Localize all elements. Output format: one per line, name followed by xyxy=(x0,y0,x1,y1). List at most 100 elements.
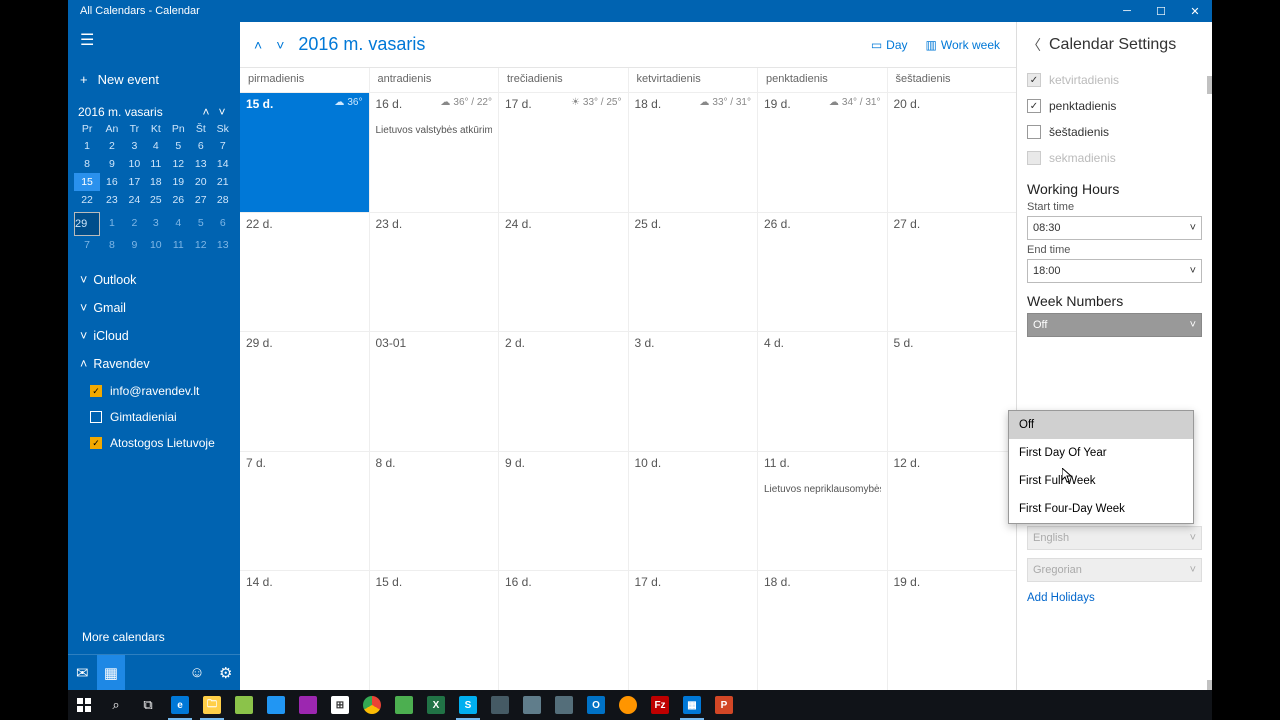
workday-checkbox[interactable]: šeštadienis xyxy=(1027,119,1202,145)
calendar-item[interactable]: Gimtadieniai xyxy=(90,404,240,430)
day-cell[interactable]: 11 d.Lietuvos nepriklausomybės atk xyxy=(757,452,887,571)
day-cell[interactable]: 16 d.☁36° / 22°Lietuvos valstybės atkūri… xyxy=(369,93,499,212)
account-item[interactable]: ˅Outlook xyxy=(68,266,240,294)
add-holidays-link[interactable]: Add Holidays xyxy=(1027,592,1202,604)
mini-day[interactable]: 2 xyxy=(100,137,124,155)
mini-day[interactable]: 18 xyxy=(145,173,166,191)
taskbar-edge[interactable]: e xyxy=(164,690,196,720)
event-item[interactable]: Lietuvos valstybės atkūrimo die xyxy=(376,125,493,136)
day-cell[interactable]: 19 d. xyxy=(887,571,1017,690)
workday-checkbox[interactable]: ✓penktadienis xyxy=(1027,93,1202,119)
taskbar-chrome[interactable] xyxy=(356,690,388,720)
mini-day[interactable]: 12 xyxy=(190,236,211,254)
minimize-button[interactable]: ─ xyxy=(1110,0,1144,22)
mini-prev-button[interactable]: ˄ xyxy=(198,105,214,119)
people-icon[interactable] xyxy=(125,655,182,690)
day-cell[interactable]: 17 d.☀33° / 25° xyxy=(498,93,628,212)
day-cell[interactable]: 10 d. xyxy=(628,452,758,571)
day-cell[interactable]: 29 d. xyxy=(240,332,369,451)
start-time-select[interactable]: 08:30˅ xyxy=(1027,216,1202,240)
taskbar-store[interactable]: ⊞ xyxy=(324,690,356,720)
calendar-item[interactable]: ✓info@ravendev.lt xyxy=(90,378,240,404)
day-cell[interactable]: 27 d. xyxy=(887,213,1017,332)
mini-day[interactable]: 22 xyxy=(74,191,100,209)
day-cell[interactable]: 14 d. xyxy=(240,571,369,690)
mini-day[interactable]: 28 xyxy=(211,191,234,209)
start-button[interactable] xyxy=(68,690,100,720)
calendar-icon[interactable]: ▦ xyxy=(97,655,126,690)
mini-day[interactable]: 19 xyxy=(167,173,191,191)
mini-day[interactable]: 17 xyxy=(124,173,145,191)
taskbar-calendar[interactable]: ▦ xyxy=(676,690,708,720)
mini-day[interactable]: 5 xyxy=(190,209,211,236)
taskbar-powerpoint[interactable]: P xyxy=(708,690,740,720)
mini-day[interactable]: 11 xyxy=(145,155,166,173)
mini-day[interactable]: 26 xyxy=(167,191,191,209)
day-cell[interactable]: 17 d. xyxy=(628,571,758,690)
settings-scrollbar[interactable] xyxy=(1207,22,1212,690)
maximize-button[interactable]: ☐ xyxy=(1144,0,1178,22)
taskbar-app-6[interactable] xyxy=(516,690,548,720)
day-cell[interactable]: 23 d. xyxy=(369,213,499,332)
mini-day[interactable]: 8 xyxy=(100,236,124,254)
hamburger-icon[interactable]: ☰ xyxy=(68,22,240,58)
day-cell[interactable]: 15 d. xyxy=(369,571,499,690)
new-event-button[interactable]: + New event xyxy=(68,58,240,101)
day-cell[interactable]: 18 d. xyxy=(757,571,887,690)
taskbar-outlook[interactable]: O xyxy=(580,690,612,720)
mini-day[interactable]: 21 xyxy=(211,173,234,191)
mini-day[interactable]: 2 xyxy=(124,209,145,236)
taskbar-filezilla[interactable]: Fz xyxy=(644,690,676,720)
day-cell[interactable]: 5 d. xyxy=(887,332,1017,451)
day-cell[interactable]: 3 d. xyxy=(628,332,758,451)
taskbar-app-7[interactable] xyxy=(548,690,580,720)
mini-day[interactable]: 8 xyxy=(74,155,100,173)
day-cell[interactable]: 8 d. xyxy=(369,452,499,571)
mini-day[interactable]: 3 xyxy=(124,137,145,155)
day-cell[interactable]: 20 d. xyxy=(887,93,1017,212)
mini-day[interactable]: 7 xyxy=(74,236,100,254)
taskbar-firefox[interactable] xyxy=(612,690,644,720)
mini-day[interactable]: 5 xyxy=(167,137,191,155)
taskbar-excel[interactable]: X xyxy=(420,690,452,720)
mini-day[interactable]: 9 xyxy=(100,155,124,173)
dropdown-option[interactable]: First Day Of Year xyxy=(1009,439,1193,467)
taskbar-app-4[interactable] xyxy=(388,690,420,720)
dropdown-option[interactable]: First Full Week xyxy=(1009,467,1193,495)
mini-day[interactable]: 4 xyxy=(145,137,166,155)
week-numbers-dropdown[interactable]: OffFirst Day Of YearFirst Full WeekFirst… xyxy=(1008,410,1194,524)
day-cell[interactable]: 18 d.☁33° / 31° xyxy=(628,93,758,212)
taskbar-app-2[interactable] xyxy=(260,690,292,720)
mini-day[interactable]: 9 xyxy=(124,236,145,254)
more-calendars-link[interactable]: More calendars xyxy=(68,620,240,654)
day-cell[interactable]: 22 d. xyxy=(240,213,369,332)
mini-day[interactable]: 3 xyxy=(145,209,166,236)
mini-day[interactable]: 25 xyxy=(145,191,166,209)
mini-day[interactable]: 4 xyxy=(167,209,191,236)
mini-day[interactable]: 24 xyxy=(124,191,145,209)
mini-day[interactable]: 29 xyxy=(74,212,100,236)
day-cell[interactable]: 12 d. xyxy=(887,452,1017,571)
mini-day[interactable]: 7 xyxy=(211,137,234,155)
day-cell[interactable]: 9 d. xyxy=(498,452,628,571)
mini-day[interactable]: 27 xyxy=(190,191,211,209)
day-cell[interactable]: 19 d.☁34° / 31° xyxy=(757,93,887,212)
mini-day[interactable]: 11 xyxy=(167,236,191,254)
mini-day[interactable]: 14 xyxy=(211,155,234,173)
mini-day[interactable]: 13 xyxy=(211,236,234,254)
calendar-item[interactable]: ✓Atostogos Lietuvoje xyxy=(90,430,240,456)
day-cell[interactable]: 7 d. xyxy=(240,452,369,571)
view-workweek-button[interactable]: ▥ Work week xyxy=(920,34,1006,56)
taskview-icon[interactable]: ⧉ xyxy=(132,690,164,720)
day-cell[interactable]: 24 d. xyxy=(498,213,628,332)
day-cell[interactable]: 26 d. xyxy=(757,213,887,332)
day-cell[interactable]: 16 d. xyxy=(498,571,628,690)
mini-day[interactable]: 10 xyxy=(145,236,166,254)
event-item[interactable]: Lietuvos nepriklausomybės atk xyxy=(764,484,881,495)
mini-next-button[interactable]: ˅ xyxy=(214,105,230,119)
end-time-select[interactable]: 18:00˅ xyxy=(1027,259,1202,283)
week-numbers-select[interactable]: Off˅ xyxy=(1027,313,1202,337)
day-cell[interactable]: 4 d. xyxy=(757,332,887,451)
mini-day[interactable]: 12 xyxy=(167,155,191,173)
close-button[interactable]: ✕ xyxy=(1178,0,1212,22)
